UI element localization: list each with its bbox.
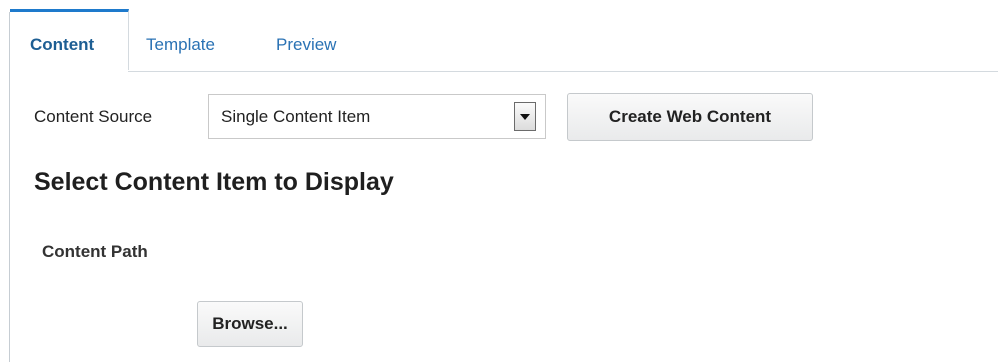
content-source-label: Content Source [34, 107, 153, 126]
content-path-label: Content Path [42, 242, 148, 261]
tab-strip: Content Template Preview [10, 9, 998, 72]
content-settings-panel: Content Template Preview Content Source … [0, 0, 998, 362]
tab-content-label: Content [30, 35, 95, 54]
tab-preview-label: Preview [276, 35, 337, 54]
tab-preview[interactable]: Preview [276, 11, 366, 71]
tab-template-label: Template [146, 35, 215, 54]
tab-template[interactable]: Template [146, 11, 246, 71]
tab-content[interactable]: Content [10, 9, 129, 72]
create-web-content-button[interactable]: Create Web Content [567, 93, 813, 141]
section-heading: Select Content Item to Display [34, 168, 394, 196]
content-source-select[interactable]: Single Content Item [208, 94, 546, 139]
dropdown-arrow-icon[interactable] [514, 102, 536, 131]
browse-button[interactable]: Browse... [197, 301, 303, 347]
content-source-selected-value: Single Content Item [221, 107, 371, 126]
